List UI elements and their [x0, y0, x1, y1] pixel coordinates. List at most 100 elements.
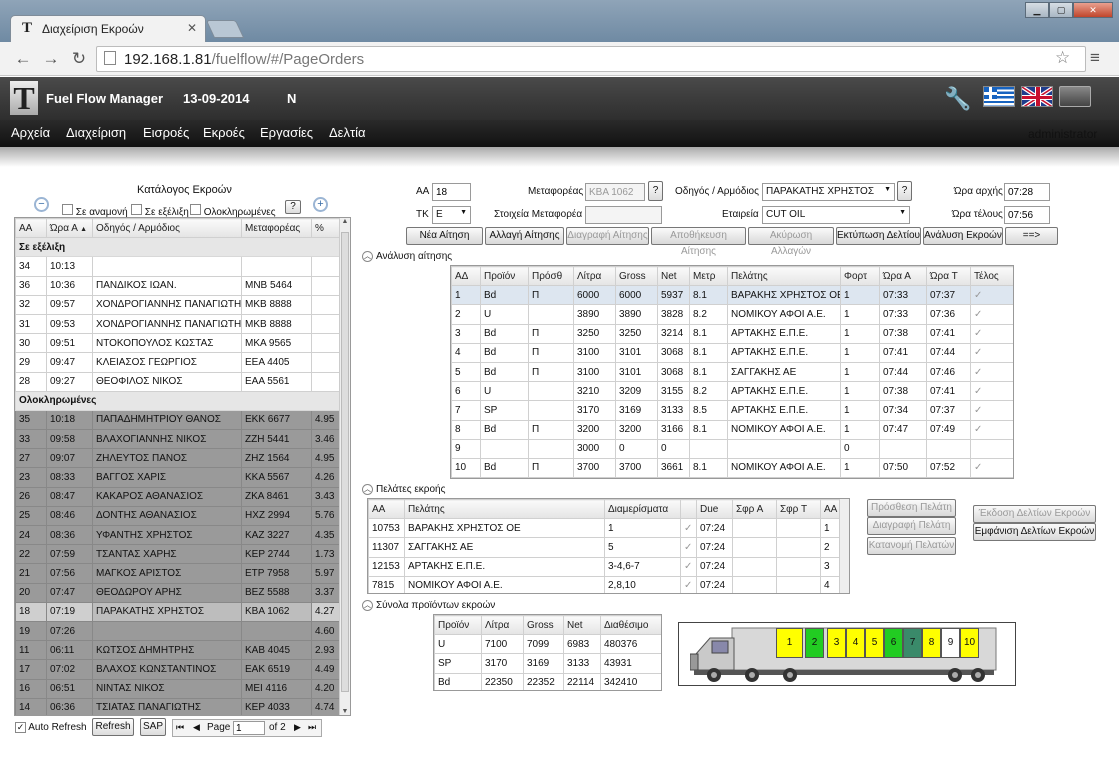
analysis-row[interactable]: 1 Bd Π 6000 6000 5937 8.1 ΒΑΡΑΚΗΣ ΧΡΗΣΤΟΣ ΟΕ 1 07… — [451, 285, 1013, 306]
outflow-row[interactable]: 11 06:11 ΚΩΤΣΟΣ ΔΗΜΗΤΡΗΣ ΚΑΒ 4045 2.93 — [15, 640, 342, 661]
customer-row[interactable]: 10753 ΒΑΡΑΚΗΣ ΧΡΗΣΤΟΣ ΟΕ 1 ✓ 07:24 1 — [368, 518, 842, 539]
outflow-row[interactable]: 32 09:57 ΧΟΝΔΡΟΓΙΑΝΝΗΣ ΠΑΝΑΓΙΩΤΗΣ ΜΚΒ 8888 — [15, 294, 342, 315]
show-slips-button[interactable]: Εμφάνιση Δελτίων Εκροών — [973, 523, 1096, 541]
customers-col[interactable] — [680, 499, 697, 520]
customers-col[interactable]: Σφρ Α — [732, 499, 777, 520]
analysis-row[interactable]: 2 U 3890 3890 3828 8.2 ΝΟΜΙΚΟΥ ΑΦΟΙ Α.Ε. 1 07:33… — [451, 304, 1013, 325]
tab-close-icon[interactable]: ✕ — [187, 21, 197, 35]
back-arrow-icon[interactable]: ← — [12, 48, 34, 70]
customer-checkbox[interactable]: ✓ — [680, 556, 697, 577]
add-customer-button[interactable]: Πρόσθεση Πελάτη — [867, 499, 956, 517]
zoom-in-icon[interactable]: + — [313, 197, 328, 212]
distribute-customers-button[interactable]: Κατανομή Πελατών — [867, 537, 956, 555]
outflow-list[interactable]: ΑΑ Ώρα Α ▲ Οδηγός / Αρμόδιος Μεταφορέας … — [14, 217, 351, 716]
minimize-icon[interactable]: ▁ — [1025, 2, 1049, 18]
analysis-section-header[interactable]: ︿ Ανάλυση αίτησης — [362, 251, 452, 262]
outflow-row[interactable]: 36 10:36 ΠΑΝΔΙΚΟΣ ΙΩΑΝ. ΜΝΒ 5464 — [15, 275, 342, 296]
tk-select[interactable]: Ε ▼ — [432, 206, 471, 224]
auto-refresh-checkbox[interactable]: ✓ — [15, 722, 26, 733]
carrier-help-button[interactable]: ? — [648, 181, 663, 201]
outflow-analysis-button[interactable]: Ανάλυση Εκροών — [923, 227, 1003, 245]
analysis-col[interactable]: Τέλος — [970, 266, 1013, 287]
analysis-col[interactable]: Λίτρα — [573, 266, 616, 287]
forward-arrow-icon[interactable]: → — [40, 48, 62, 70]
analysis-row[interactable]: 10 Bd Π 3700 3700 3661 8.1 ΝΟΜΙΚΟΥ ΑΦΟΙ Α.Ε. 1 07… — [451, 457, 1013, 478]
filter-waiting[interactable]: Σε αναμονή — [62, 204, 128, 218]
analysis-col[interactable]: Gross — [615, 266, 658, 287]
last-page-icon[interactable]: ⏭ — [308, 722, 316, 733]
aa-input[interactable] — [432, 183, 471, 201]
next-page-icon[interactable]: ▶ — [294, 722, 301, 733]
customers-col[interactable]: Due — [696, 499, 733, 520]
outflow-row[interactable]: 33 09:58 ΒΛΑΧΟΓΙΑΝΝΗΣ ΝΙΚΟΣ ΖΖΗ 5441 3.46 — [15, 429, 342, 450]
done-checkbox[interactable]: ✓ — [970, 457, 1013, 478]
reload-icon[interactable]: ↻ — [68, 48, 90, 70]
analysis-col[interactable]: Μετρ — [689, 266, 728, 287]
filter-inprogress-checkbox[interactable] — [131, 204, 142, 215]
browser-menu-icon[interactable]: ≡ — [1090, 48, 1100, 68]
analysis-col[interactable]: Ώρα Τ — [926, 266, 971, 287]
driver-select[interactable]: ΠΑΡΑΚΑΤΗΣ ΧΡΗΣΤΟΣ ▼ — [762, 183, 895, 201]
menu-reports[interactable]: Δελτία — [329, 125, 366, 140]
col-carrier[interactable]: Μεταφορέας — [241, 218, 312, 239]
outflow-row[interactable]: 23 08:33 ΒΑΓΓΟΣ ΧΑΡΙΣ ΚΚΑ 5567 4.26 — [15, 467, 342, 488]
col-time-a[interactable]: Ώρα Α ▲ — [46, 218, 93, 239]
refresh-button[interactable]: Refresh — [92, 718, 134, 736]
analysis-row[interactable]: 6 U 3210 3209 3155 8.2 ΑΡΤΑΚΗΣ Ε.Π.Ε. 1 07:38 07:… — [451, 381, 1013, 402]
collapse-icon[interactable]: ︿ — [362, 251, 373, 262]
analysis-col[interactable]: Ώρα Α — [879, 266, 927, 287]
customers-grid[interactable]: ΑΑΠελάτηςΔιαμερίσματαDueΣφρ ΑΣφρ ΤΑΑ ▲ 1… — [367, 498, 850, 594]
outflow-row[interactable]: 34 10:13 — [15, 256, 342, 277]
done-checkbox[interactable] — [970, 438, 1013, 459]
analysis-row[interactable]: 9 3000 0 0 0 — [451, 438, 1013, 459]
print-slip-button[interactable]: Εκτύπωση Δελτίου — [836, 227, 921, 245]
customer-checkbox[interactable]: ✓ — [680, 518, 697, 539]
next-button[interactable]: ==> — [1005, 227, 1058, 245]
list-scrollbar-thumb[interactable] — [341, 232, 349, 692]
window-close-icon[interactable]: ✕ — [1073, 2, 1113, 18]
prev-page-icon[interactable]: ◀ — [193, 722, 200, 733]
collapse-icon[interactable]: ︿ — [362, 484, 373, 495]
analysis-row[interactable]: 7 SP 3170 3169 3133 8.5 ΑΡΤΑΚΗΣ Ε.Π.Ε. 1 07:34 07… — [451, 400, 1013, 421]
done-checkbox[interactable]: ✓ — [970, 381, 1013, 402]
customer-checkbox[interactable]: ✓ — [680, 575, 697, 593]
change-request-button[interactable]: Αλλαγή Αίτησης — [485, 227, 564, 245]
greek-flag-icon[interactable] — [983, 86, 1015, 107]
filter-completed-checkbox[interactable] — [190, 204, 201, 215]
analysis-col[interactable]: Φορτ — [840, 266, 880, 287]
filter-waiting-checkbox[interactable] — [62, 204, 73, 215]
page-input[interactable] — [233, 721, 265, 735]
outflow-row[interactable]: 30 09:51 ΝΤΟΚΟΠΟΥΛΟΣ ΚΩΣΤΑΣ ΜΚΑ 9565 — [15, 333, 342, 354]
customer-row[interactable]: 12153 ΑΡΤΑΚΗΣ Ε.Π.Ε. 3-4,6-7 ✓ 07:24 3 — [368, 556, 842, 577]
list-help-button[interactable]: ? — [285, 200, 301, 214]
analysis-row[interactable]: 8 Bd Π 3200 3200 3166 8.1 ΝΟΜΙΚΟΥ ΑΦΟΙ Α.Ε. 1 07:… — [451, 419, 1013, 440]
outflow-row[interactable]: 14 06:36 ΤΣΙΑΤΑΣ ΠΑΝΑΓΙΩΤΗΣ ΚΕΡ 4033 4.74 — [15, 697, 342, 715]
customers-col[interactable]: Πελάτης — [404, 499, 605, 520]
analysis-row[interactable]: 5 Bd Π 3100 3101 3068 8.1 ΣΑΓΓΑΚΗΣ ΑΕ 1 07:44 07:4… — [451, 361, 1013, 383]
analysis-col[interactable]: ΑΔ — [451, 266, 481, 287]
outflow-row[interactable]: 21 07:56 ΜΑΓΚΟΣ ΑΡΙΣΤΟΣ ΕΤΡ 7958 5.97 — [15, 563, 342, 584]
collapse-icon[interactable]: ︿ — [362, 600, 373, 611]
done-checkbox[interactable]: ✓ — [970, 419, 1013, 440]
customers-col[interactable]: Σφρ Τ — [776, 499, 821, 520]
first-page-icon[interactable]: ⏮ — [176, 722, 184, 733]
outflow-row[interactable]: 35 10:18 ΠΑΠΑΔΗΜΗΤΡΙΟΥ ΘΑΝΟΣ ΕΚΚ 6677 4.95 — [15, 409, 342, 431]
bookmark-star-icon[interactable]: ☆ — [1055, 48, 1070, 68]
outflow-row[interactable]: 17 07:02 ΒΛΑΧΟΣ ΚΩΝΣΤΑΝΤΙΝΟΣ ΕΑΚ 6519 4.49 — [15, 659, 342, 680]
customer-cell[interactable]: ΒΑΡΑΚΗΣ ΧΡΗΣΤΟΣ ΟΕ — [404, 518, 605, 539]
done-checkbox[interactable]: ✓ — [970, 400, 1013, 421]
done-checkbox[interactable]: ✓ — [970, 342, 1013, 363]
tab-title[interactable]: Διαχείριση Εκροών — [42, 22, 144, 36]
company-select[interactable]: CUT OIL ▼ — [762, 206, 910, 224]
uk-flag-icon[interactable] — [1021, 86, 1053, 107]
analysis-grid[interactable]: ΑΔ Προϊόν Πρόσθ Λίτρα Gross Net Μετρ Πελάτης Φορ… — [450, 265, 1014, 479]
outflow-row[interactable]: 22 07:59 ΤΣΑΝΤΑΣ ΧΑΡΗΣ ΚΕΡ 2744 1.73 — [15, 544, 342, 565]
carrier-info-input[interactable] — [585, 206, 662, 224]
analysis-col[interactable]: Προϊόν — [480, 266, 529, 287]
customer-cell[interactable]: ΑΡΤΑΚΗΣ Ε.Π.Ε. — [404, 556, 605, 577]
customers-col[interactable]: ΑΑ — [368, 499, 405, 520]
zoom-out-icon[interactable]: − — [34, 197, 49, 212]
col-driver[interactable]: Οδηγός / Αρμόδιος — [92, 218, 242, 239]
issue-slips-button[interactable]: Έκδοση Δελτίων Εκροών — [973, 505, 1096, 523]
menu-inflows[interactable]: Εισροές — [143, 125, 189, 140]
